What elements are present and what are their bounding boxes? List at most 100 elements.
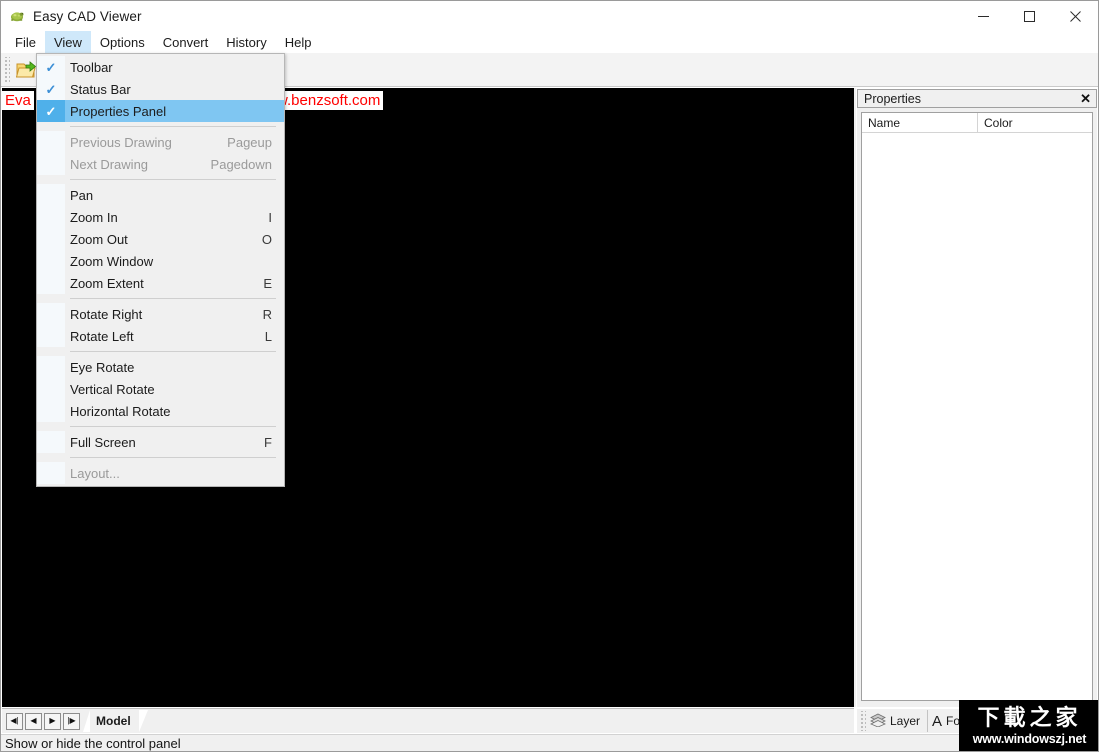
menu-item-rotate-right[interactable]: Rotate Right R [37, 303, 284, 325]
menu-item-eye-rotate[interactable]: Eye Rotate [37, 356, 284, 378]
bottom-toolbar-grip[interactable] [859, 711, 866, 731]
window-title: Easy CAD Viewer [33, 9, 142, 24]
title-bar: Easy CAD Viewer [1, 1, 1098, 31]
menu-item-label: Zoom Out [70, 232, 128, 247]
menu-item-label: Zoom Extent [70, 276, 144, 291]
close-button[interactable] [1052, 1, 1098, 31]
application-window: Easy CAD Viewer File View Options Conver… [0, 0, 1099, 752]
status-message: Show or hide the control panel [1, 736, 181, 751]
menu-gutter [37, 250, 65, 272]
status-bar: Show or hide the control panel P [1, 734, 1098, 752]
eval-text-right: w.benzsoft.com [277, 92, 380, 109]
menu-item-label: Layout... [70, 466, 120, 481]
menu-item-zoom-out[interactable]: Zoom Out O [37, 228, 284, 250]
menu-convert[interactable]: Convert [154, 31, 218, 53]
menu-gutter [37, 378, 65, 400]
check-icon: ✓ [37, 100, 65, 122]
column-header-name[interactable]: Name [862, 113, 978, 133]
font-a-icon: A [932, 713, 942, 730]
menu-item-label: Vertical Rotate [70, 382, 155, 397]
menu-item-label: Zoom Window [70, 254, 153, 269]
site-watermark: 下載之家 www.windowszj.net [959, 700, 1099, 752]
layout-tab-strip: ◀| ◀ ▶ |▶ Model [2, 709, 854, 733]
menu-gutter [37, 184, 65, 206]
menu-item-label: Next Drawing [70, 157, 148, 172]
menu-item-status-bar[interactable]: ✓ Status Bar [37, 78, 284, 100]
tab-model[interactable]: Model [90, 710, 139, 732]
check-icon: ✓ [37, 56, 65, 78]
column-header-color[interactable]: Color [978, 113, 1092, 133]
menu-item-label: Properties Panel [70, 104, 166, 119]
turtle-icon [9, 8, 25, 24]
properties-grid[interactable]: Name Color [861, 112, 1093, 701]
menu-bar: File View Options Convert History Help [1, 31, 1098, 53]
menu-history[interactable]: History [217, 31, 275, 53]
menu-item-pan[interactable]: Pan [37, 184, 284, 206]
menu-help[interactable]: Help [276, 31, 321, 53]
menu-item-properties-panel[interactable]: ✓ Properties Panel [37, 100, 284, 122]
menu-item-full-screen[interactable]: Full Screen F [37, 431, 284, 453]
check-icon: ✓ [37, 78, 65, 100]
menu-gutter [37, 206, 65, 228]
layer-button[interactable]: Layer [866, 710, 928, 732]
menu-item-accel: O [262, 232, 272, 247]
menu-item-accel: E [263, 276, 272, 291]
watermark-url-text: www.windowszj.net [973, 732, 1087, 746]
nav-prev-button[interactable]: ◀ [25, 713, 42, 730]
menu-gutter [37, 153, 65, 175]
menu-gutter [37, 272, 65, 294]
menu-gutter [37, 400, 65, 422]
evaluation-watermark-text: Eva [2, 91, 34, 110]
menu-gutter [37, 462, 65, 484]
menu-item-accel: L [265, 329, 272, 344]
watermark-chinese-text: 下載之家 [977, 707, 1081, 730]
close-icon[interactable]: ✕ [1080, 92, 1091, 105]
menu-item-vertical-rotate[interactable]: Vertical Rotate [37, 378, 284, 400]
menu-item-label: Rotate Left [70, 329, 134, 344]
menu-item-label: Eye Rotate [70, 360, 134, 375]
window-controls [960, 1, 1098, 31]
menu-gutter [37, 303, 65, 325]
maximize-button[interactable] [1006, 1, 1052, 31]
menu-view[interactable]: View [45, 31, 91, 53]
nav-first-button[interactable]: ◀| [6, 713, 23, 730]
menu-separator [70, 457, 276, 458]
menu-options[interactable]: Options [91, 31, 154, 53]
menu-separator [70, 179, 276, 180]
toolbar-grip[interactable] [3, 57, 10, 83]
menu-item-next-drawing[interactable]: Next Drawing Pagedown [37, 153, 284, 175]
nav-next-button[interactable]: ▶ [44, 713, 61, 730]
menu-item-toolbar[interactable]: ✓ Toolbar [37, 56, 284, 78]
menu-item-layout[interactable]: Layout... [37, 462, 284, 484]
menu-item-accel: I [268, 210, 272, 225]
properties-panel-header: Properties ✕ [857, 89, 1097, 108]
menu-gutter [37, 431, 65, 453]
menu-item-horizontal-rotate[interactable]: Horizontal Rotate [37, 400, 284, 422]
menu-item-label: Rotate Right [70, 307, 142, 322]
properties-grid-header: Name Color [862, 113, 1092, 133]
menu-gutter [37, 228, 65, 250]
menu-item-label: Full Screen [70, 435, 136, 450]
panel-splitter[interactable] [854, 88, 856, 707]
menu-item-label: Horizontal Rotate [70, 404, 170, 419]
menu-gutter [37, 131, 65, 153]
menu-item-label: Pan [70, 188, 93, 203]
menu-gutter [37, 356, 65, 378]
properties-panel: Properties ✕ Name Color [857, 89, 1097, 707]
menu-item-label: Zoom In [70, 210, 118, 225]
nav-last-button[interactable]: |▶ [63, 713, 80, 730]
view-dropdown-menu: ✓ Toolbar ✓ Status Bar ✓ Properties Pane… [36, 53, 285, 487]
menu-item-accel: R [263, 307, 272, 322]
layers-icon [870, 713, 886, 730]
menu-item-zoom-extent[interactable]: Zoom Extent E [37, 272, 284, 294]
menu-item-label: Previous Drawing [70, 135, 172, 150]
minimize-button[interactable] [960, 1, 1006, 31]
menu-item-zoom-window[interactable]: Zoom Window [37, 250, 284, 272]
menu-gutter [37, 325, 65, 347]
menu-item-rotate-left[interactable]: Rotate Left L [37, 325, 284, 347]
menu-item-previous-drawing[interactable]: Previous Drawing Pageup [37, 131, 284, 153]
menu-item-accel: F [264, 435, 272, 450]
menu-item-label: Status Bar [70, 82, 131, 97]
menu-item-zoom-in[interactable]: Zoom In I [37, 206, 284, 228]
menu-file[interactable]: File [6, 31, 45, 53]
